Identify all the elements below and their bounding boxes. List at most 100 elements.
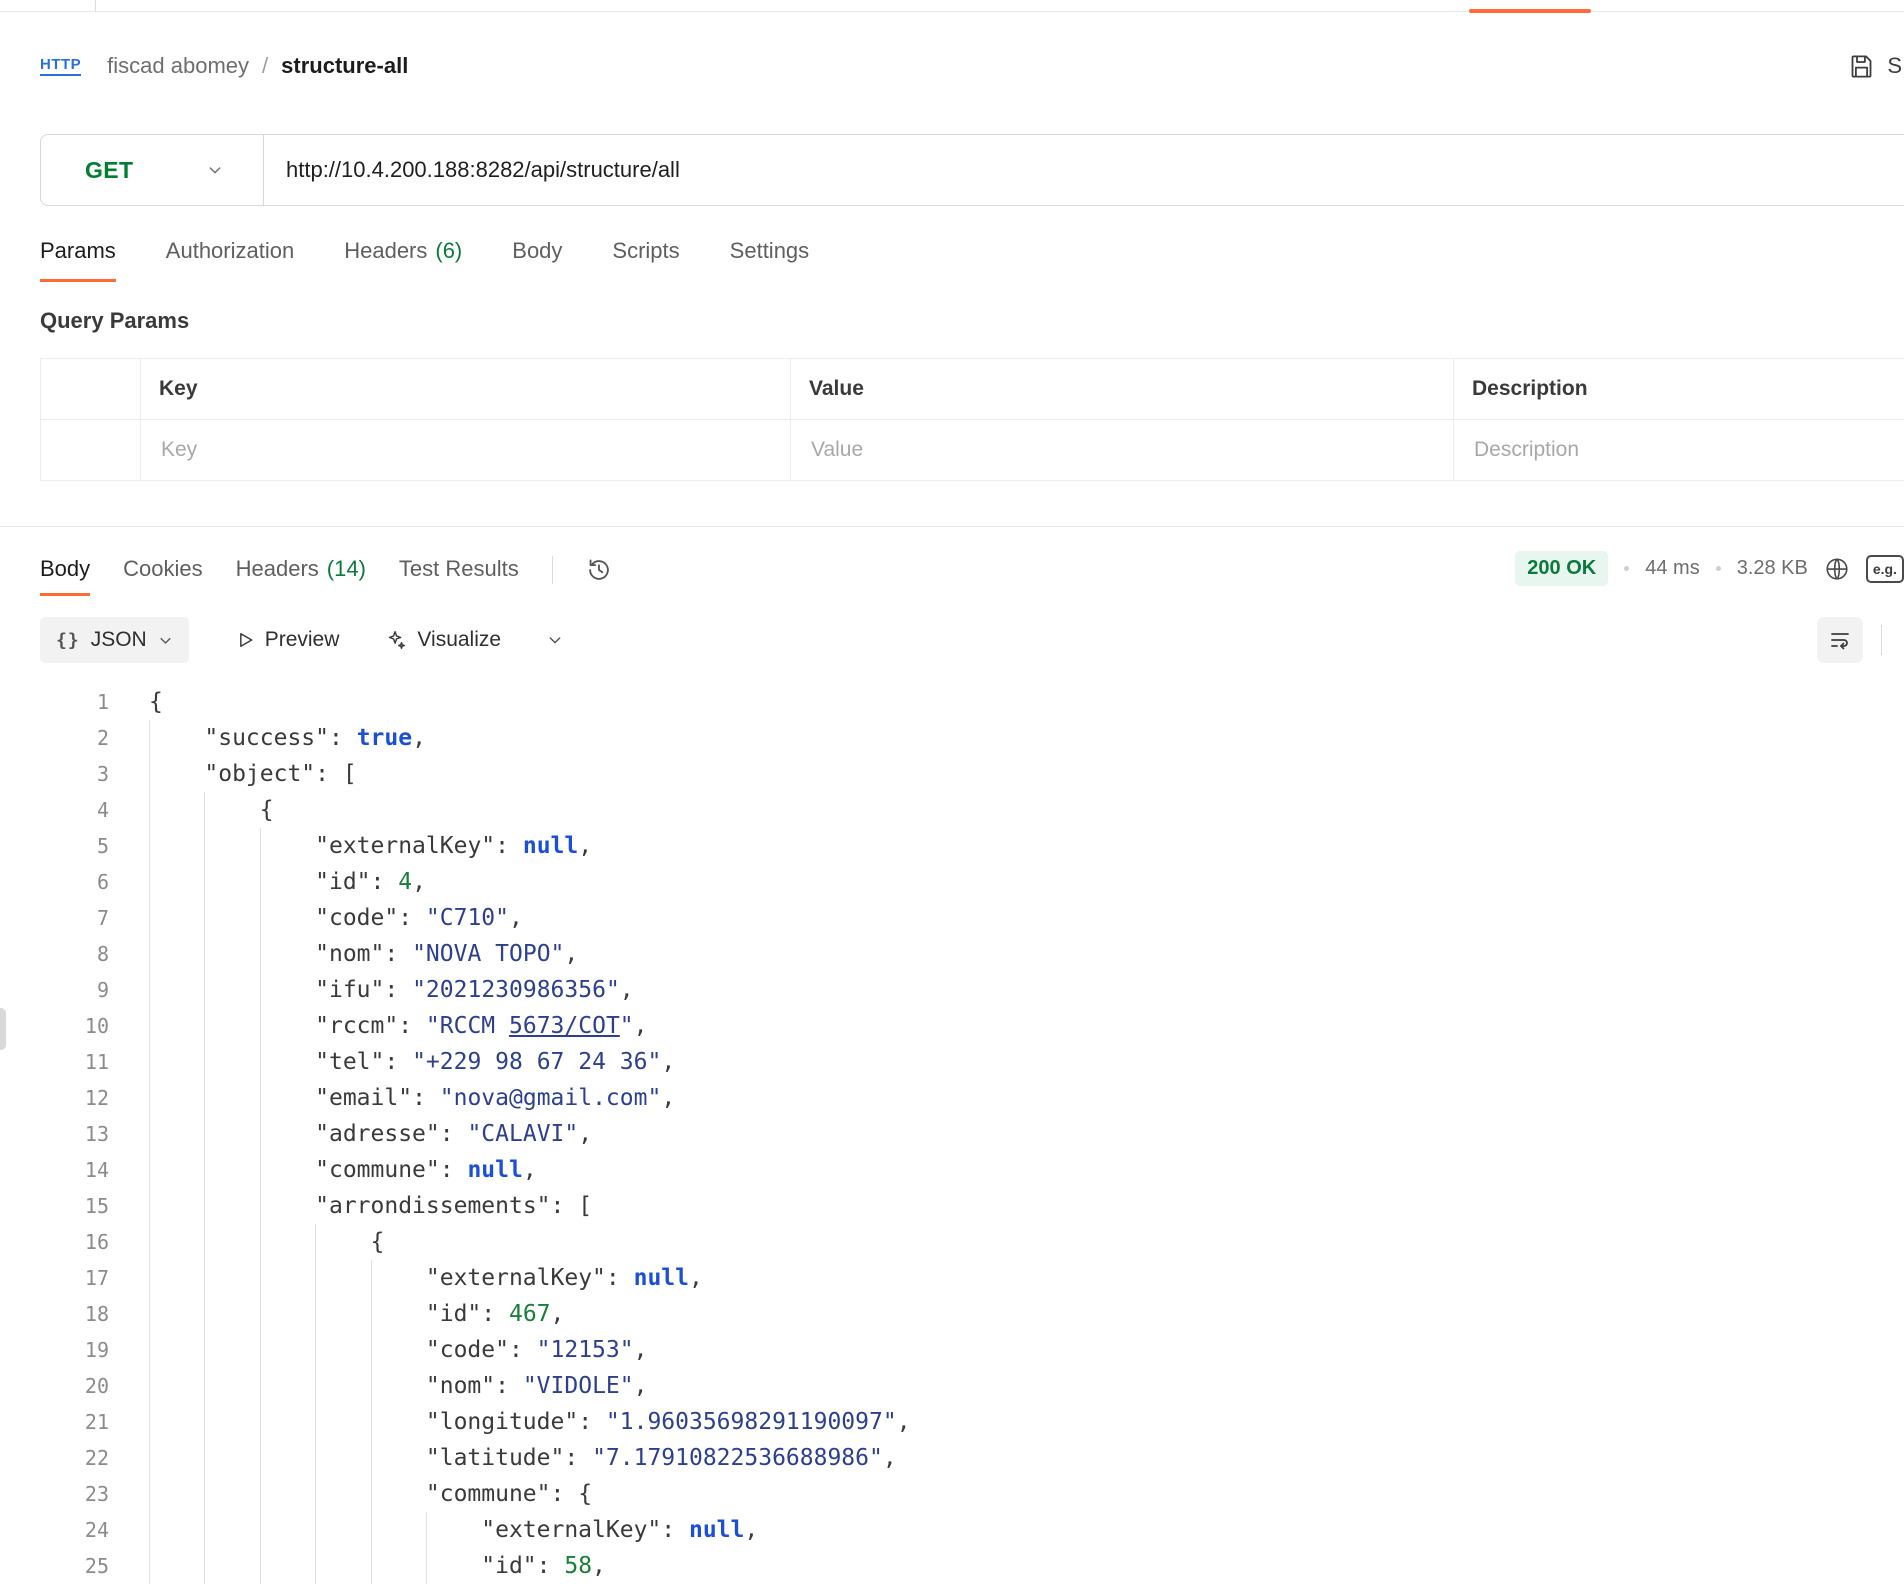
- code-line: 21"longitude": "1.96035698291190097",: [0, 1404, 1904, 1440]
- response-history-button[interactable]: [586, 557, 612, 588]
- indent-guide: [149, 1080, 204, 1116]
- tab-settings[interactable]: Settings: [730, 238, 810, 282]
- indent-guide: [426, 1512, 481, 1548]
- indent-guide: [315, 1368, 370, 1404]
- tab-body[interactable]: Body: [512, 238, 562, 282]
- line-number: 19: [0, 1332, 109, 1368]
- indent-guide: [371, 1296, 426, 1332]
- indent-guide: [204, 1044, 259, 1080]
- query-params-title: Query Params: [40, 308, 189, 334]
- braces-icon: {}: [56, 630, 80, 651]
- indent-guide: [204, 1080, 259, 1116]
- code-line: 19"code": "12153",: [0, 1332, 1904, 1368]
- response-tab-body[interactable]: Body: [40, 556, 90, 596]
- indent-guide: [149, 756, 204, 792]
- code-line: 15"arrondissements": [: [0, 1188, 1904, 1224]
- indent-guide: [371, 1368, 426, 1404]
- method-label: GET: [85, 157, 133, 184]
- query-params-table: Key Value Description: [40, 358, 1904, 481]
- postman-window: HTTP fiscad abomey / structure-all S GET…: [0, 0, 1904, 1584]
- code-line: 5"externalKey": null,: [0, 828, 1904, 864]
- format-select[interactable]: {} JSON: [40, 617, 189, 663]
- line-number: 1: [0, 684, 109, 720]
- code-line: 8"nom": "NOVA TOPO",: [0, 936, 1904, 972]
- param-key-input[interactable]: [159, 437, 790, 463]
- indent-guide: [204, 1008, 259, 1044]
- indent-guide: [149, 1548, 204, 1584]
- indent-guide: [315, 1404, 370, 1440]
- save-button[interactable]: S: [1848, 13, 1902, 119]
- eg-badge[interactable]: e.g.: [1866, 555, 1904, 583]
- indent-guide: [371, 1440, 426, 1476]
- line-number: 15: [0, 1188, 109, 1224]
- code-lines: 1{2"success": true,3"object": [4{5"exter…: [0, 684, 1904, 1584]
- code-line: 9"ifu": "2021230986356",: [0, 972, 1904, 1008]
- sparkle-icon: [385, 629, 407, 651]
- breadcrumb-collection[interactable]: fiscad abomey: [107, 53, 249, 79]
- indent-guide: [315, 1332, 370, 1368]
- response-tab-headers[interactable]: Headers(14): [236, 556, 366, 596]
- left-scroll-handle[interactable]: [0, 1008, 6, 1050]
- http-request-icon: HTTP: [40, 56, 81, 76]
- indent-guide: [149, 1224, 204, 1260]
- code-line: 3"object": [: [0, 756, 1904, 792]
- response-tab-cookies[interactable]: Cookies: [123, 556, 202, 596]
- indent-guide: [204, 972, 259, 1008]
- visualize-button[interactable]: Visualize: [385, 628, 501, 652]
- line-number: 2: [0, 720, 109, 756]
- tab-scripts[interactable]: Scripts: [612, 238, 679, 282]
- tab-headers[interactable]: Headers(6): [344, 238, 462, 282]
- indent-guide: [204, 1368, 259, 1404]
- indent-guide: [260, 1368, 315, 1404]
- code-line: 20"nom": "VIDOLE",: [0, 1368, 1904, 1404]
- request-header-row: HTTP fiscad abomey / structure-all S: [0, 13, 1904, 119]
- line-number: 9: [0, 972, 109, 1008]
- tab-headers-label: Headers: [344, 238, 427, 264]
- indent-guide: [149, 1368, 204, 1404]
- response-tab-body-label: Body: [40, 556, 90, 582]
- indent-guide: [260, 864, 315, 900]
- code-line: 12"email": "nova@gmail.com",: [0, 1080, 1904, 1116]
- response-section-divider: [0, 526, 1904, 527]
- method-select[interactable]: GET: [41, 135, 263, 205]
- wrap-text-button[interactable]: [1817, 617, 1863, 663]
- code-line: 25"id": 58,: [0, 1548, 1904, 1584]
- globe-icon[interactable]: [1824, 556, 1850, 582]
- status-badge[interactable]: 200 OK: [1515, 551, 1608, 586]
- param-description-input[interactable]: [1472, 437, 1904, 463]
- indent-guide: [315, 1224, 370, 1260]
- tab-bar-remnant: [0, 0, 1904, 12]
- code-line: 7"code": "C710",: [0, 900, 1904, 936]
- chevron-down-icon: [158, 633, 173, 648]
- request-tabs: Params Authorization Headers(6) Body Scr…: [40, 238, 809, 282]
- tab-authorization[interactable]: Authorization: [166, 238, 294, 282]
- indent-guide: [149, 1476, 204, 1512]
- line-number: 5: [0, 828, 109, 864]
- query-params-input-row: [41, 420, 1904, 481]
- indent-guide: [260, 1332, 315, 1368]
- indent-guide: [371, 1404, 426, 1440]
- toolbar-right-divider: [1881, 625, 1882, 655]
- indent-guide: [260, 1404, 315, 1440]
- response-tab-test-results[interactable]: Test Results: [399, 556, 519, 596]
- tab-params-label: Params: [40, 238, 116, 264]
- indent-guide: [315, 1548, 370, 1584]
- line-number: 13: [0, 1116, 109, 1152]
- indent-guide: [149, 828, 204, 864]
- indent-guide: [260, 972, 315, 1008]
- preview-button[interactable]: Preview: [235, 628, 340, 652]
- indent-guide: [149, 1044, 204, 1080]
- param-value-input[interactable]: [809, 437, 1453, 463]
- format-more-button[interactable]: [547, 632, 563, 648]
- indent-guide: [260, 1296, 315, 1332]
- indent-guide: [315, 1260, 370, 1296]
- line-number: 17: [0, 1260, 109, 1296]
- response-body-viewer[interactable]: 1{2"success": true,3"object": [4{5"exter…: [0, 684, 1904, 1584]
- code-line: 10"rccm": "RCCM 5673/COT",: [0, 1008, 1904, 1044]
- indent-guide: [149, 1188, 204, 1224]
- url-input[interactable]: [264, 156, 1904, 184]
- indent-guide: [426, 1548, 481, 1584]
- indent-guide: [315, 1476, 370, 1512]
- indent-guide: [149, 1404, 204, 1440]
- tab-params[interactable]: Params: [40, 238, 116, 282]
